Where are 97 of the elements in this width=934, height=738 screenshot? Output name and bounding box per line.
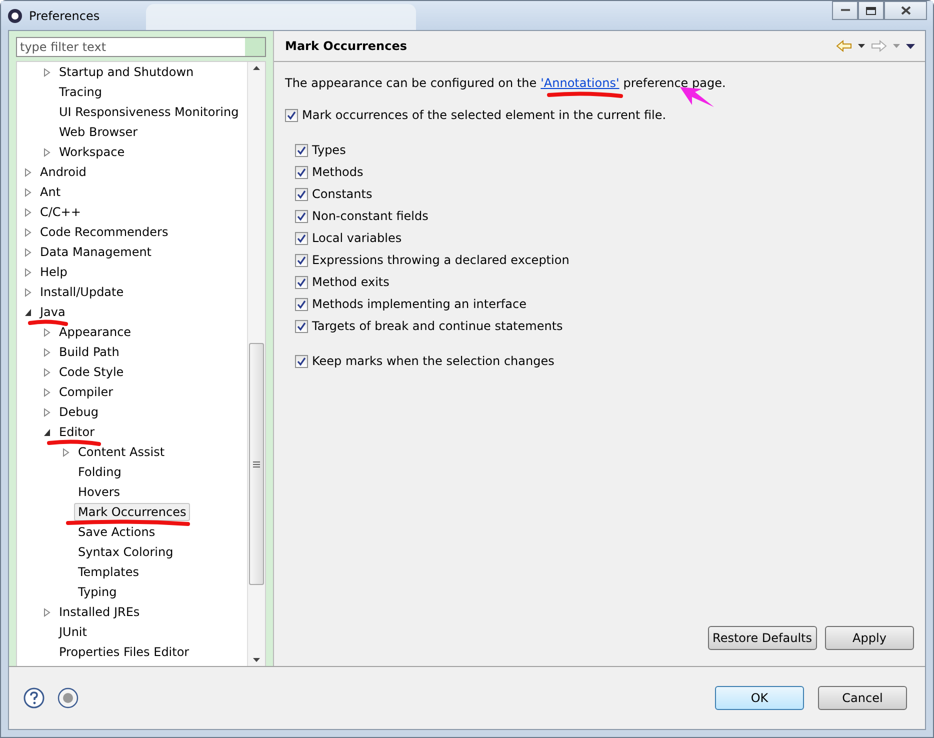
filter-field[interactable]: type filter text [16,37,266,57]
scrollbar-thumb[interactable] [249,343,264,585]
scroll-down-icon[interactable] [253,658,260,662]
scrollbar[interactable] [247,62,265,666]
checkbox-label: Types [312,143,346,157]
annotations-link[interactable]: 'Annotations' [540,76,620,90]
tree-item[interactable]: Folding [74,463,126,481]
checkbox-label: Methods [312,165,364,179]
checkbox[interactable] [285,108,298,122]
checkbox[interactable] [295,298,308,310]
checkbox-label: Mark occurrences of the selected element in the current file. [302,108,666,122]
minimize-button[interactable] [832,1,858,20]
tree-item[interactable]: Compiler [55,383,118,401]
expand-icon[interactable] [42,348,50,356]
tree-item[interactable]: Ant [36,183,65,201]
expand-icon[interactable] [42,608,50,616]
back-arrow-icon[interactable] [836,40,852,52]
checkbox-label: Non-constant fields [312,209,428,223]
checkbox-label: Methods implementing an interface [312,297,526,311]
tree-item[interactable]: Properties Files Editor [55,643,194,661]
tree-item[interactable]: Mark Occurrences [74,503,190,521]
checkbox[interactable] [295,144,308,156]
expand-icon[interactable] [42,388,50,396]
tree-item[interactable]: Syntax Coloring [74,543,178,561]
ok-button[interactable]: OK [715,686,804,710]
maximize-button[interactable] [858,1,884,20]
checkbox[interactable] [295,188,308,200]
checkbox[interactable] [295,232,308,244]
expand-icon[interactable] [24,188,32,196]
intro-text: preference page. [623,76,726,90]
expand-icon[interactable] [24,228,32,236]
tree-item[interactable]: Tracing [55,83,106,101]
tree-item[interactable]: JUnit [55,623,91,641]
tree-item[interactable]: Save Actions [74,523,160,541]
checkbox[interactable] [295,354,308,368]
intro-text: The appearance can be configured on the [285,76,537,90]
grip-icon [253,460,260,468]
tree-item[interactable]: C/C++ [36,203,85,221]
dropdown-icon[interactable] [858,44,865,48]
page-title: Mark Occurrences [285,39,407,53]
expand-icon[interactable] [42,148,50,156]
record-icon[interactable] [57,687,79,709]
expand-icon[interactable] [42,328,50,336]
checkbox-label: Constants [312,187,372,201]
checkbox[interactable] [295,210,308,222]
checkbox-label: Local variables [312,231,402,245]
app-icon [7,8,23,24]
close-icon [900,6,910,15]
window-title: Preferences [29,8,100,22]
expand-icon[interactable] [42,368,50,376]
checkbox[interactable] [295,166,308,178]
expand-icon[interactable] [24,168,32,176]
expand-icon[interactable] [42,68,50,76]
tree-item[interactable]: Help [36,263,72,281]
tree-item[interactable]: Install/Update [36,283,128,301]
menu-icon[interactable] [906,44,915,48]
tree-item[interactable]: Android [36,163,90,181]
tree-item[interactable]: Java [36,303,70,321]
tree-item[interactable]: UI Responsiveness Monitoring [55,103,243,121]
tree-item[interactable]: Web Browser [55,123,142,141]
help-icon[interactable] [23,687,45,709]
collapse-icon[interactable] [42,428,50,436]
tree-item[interactable]: Data Management [36,243,156,261]
tree-item[interactable]: Installed JREs [55,603,144,621]
tree-item[interactable]: Editor [55,423,99,441]
tree-item[interactable]: Code Recommenders [36,223,172,241]
tree-item[interactable]: Templates [74,563,144,581]
checkbox[interactable] [295,276,308,288]
cancel-button[interactable]: Cancel [818,686,907,710]
close-button[interactable] [884,1,927,20]
checkbox[interactable] [295,320,308,332]
checkbox[interactable] [295,254,308,266]
checkbox-label: Method exits [312,275,390,289]
expand-icon[interactable] [24,208,32,216]
tree-item[interactable]: Hovers [74,483,124,501]
expand-icon[interactable] [24,288,32,296]
tree-item[interactable]: Workspace [55,143,129,161]
apply-button[interactable]: Apply [825,626,914,650]
checkbox-label: Expressions throwing a declared exception [312,253,570,267]
expand-icon[interactable] [42,408,50,416]
scroll-up-icon[interactable] [253,66,260,70]
checkbox-label: Targets of break and continue statements [312,319,563,333]
maximize-icon [866,6,876,14]
expand-icon[interactable] [24,268,32,276]
tree-item[interactable]: Startup and Shutdown [55,63,198,81]
tree-item[interactable]: Appearance [55,323,136,341]
minimize-icon [840,9,850,12]
collapse-icon[interactable] [24,308,32,316]
tree-item[interactable]: Build Path [55,343,124,361]
tree-item[interactable]: Content Assist [74,443,169,461]
expand-icon[interactable] [62,448,70,456]
checkbox-label: Keep marks when the selection changes [312,354,554,368]
tree-item[interactable]: Code Style [55,363,128,381]
tree-item[interactable]: Debug [55,403,102,421]
expand-icon[interactable] [24,248,32,256]
tree-item[interactable]: Typing [74,583,121,601]
restore-defaults-button[interactable]: Restore Defaults [708,626,817,650]
